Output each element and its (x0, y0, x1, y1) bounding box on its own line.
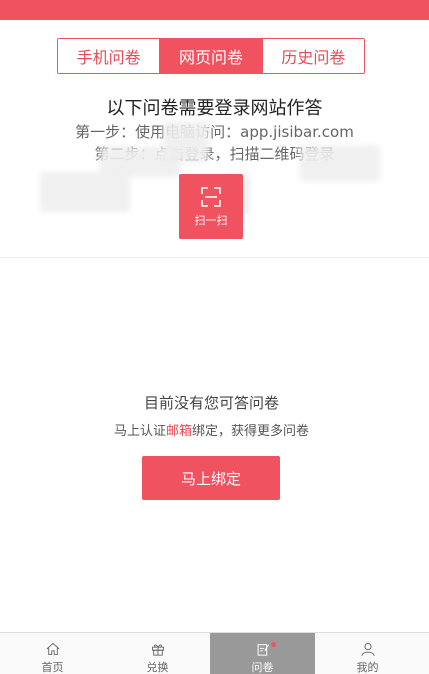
subtitle-prefix: 马上认证 (113, 424, 166, 439)
tab-history-survey[interactable]: 历史问卷 (262, 39, 364, 73)
bind-now-button[interactable]: 马上绑定 (142, 456, 280, 500)
empty-state-subtitle: 马上认证邮箱绑定，获得更多问卷 (0, 420, 423, 439)
section-divider (0, 257, 429, 258)
tab-mobile-survey[interactable]: 手机问卷 (58, 39, 161, 73)
subtitle-suffix: 绑定，获得更多问卷 (192, 424, 310, 439)
gift-icon (151, 644, 164, 656)
nav-label-survey: 问卷 (251, 661, 274, 674)
nav-label-exchange: 兑换 (146, 661, 169, 674)
empty-state-title: 目前没有您可答问卷 (143, 394, 279, 412)
user-icon (360, 643, 375, 656)
scan-button-label: 扫一扫 (194, 213, 228, 227)
email-link[interactable]: 邮箱 (166, 424, 192, 439)
scan-icon (201, 186, 221, 207)
tab-web-survey[interactable]: 网页问卷 (160, 39, 263, 73)
nav-label-home: 首页 (41, 661, 64, 674)
notification-dot (271, 642, 276, 647)
nav-item-exchange[interactable]: 兑换 (105, 633, 210, 674)
blur-overlay (40, 172, 130, 212)
nav-item-home[interactable]: 首页 (0, 633, 105, 674)
nav-item-survey[interactable]: 问卷 (210, 633, 315, 674)
blur-overlay (300, 146, 380, 181)
home-icon (46, 643, 59, 655)
nav-item-mine[interactable]: 我的 (315, 633, 420, 674)
survey-type-tabs: 手机问卷 网页问卷 历史问卷 (57, 38, 365, 74)
nav-label-mine: 我的 (356, 661, 379, 674)
step-one-text: 第一步：使用电脑访问：app.jisibar.com (75, 123, 354, 141)
login-required-title: 以下问卷需要登录网站作答 (106, 98, 323, 119)
bottom-navigation: 首页 兑换 问卷 我的 (0, 632, 429, 674)
top-status-bar (0, 0, 429, 20)
scan-button[interactable]: 扫一扫 (179, 174, 243, 239)
